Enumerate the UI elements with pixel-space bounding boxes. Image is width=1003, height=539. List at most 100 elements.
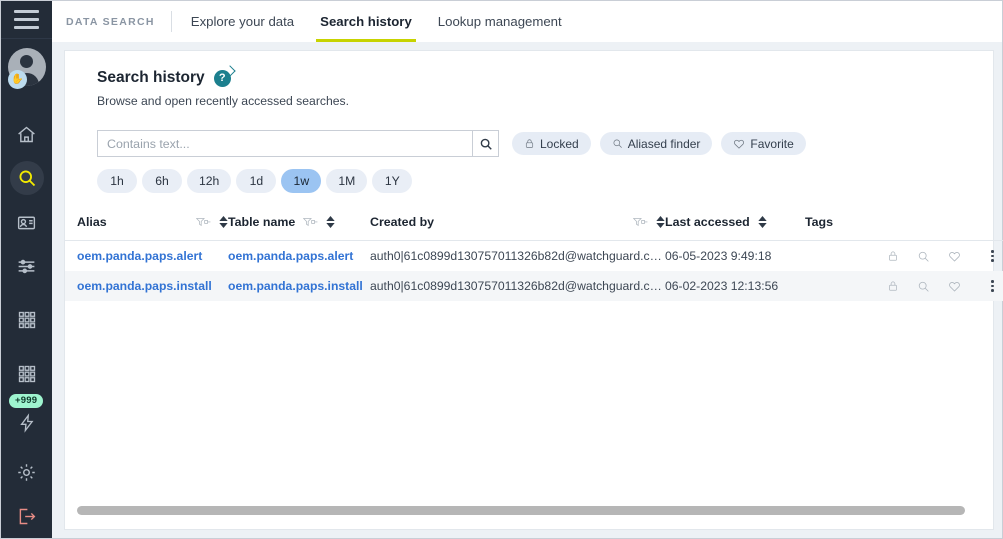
horizontal-scrollbar-thumb[interactable] (77, 506, 965, 515)
cell-actions (865, 271, 1003, 301)
time-pill-1h[interactable]: 1h (97, 169, 137, 193)
avatar[interactable]: ✋ (1, 39, 52, 96)
tab-lookup-management[interactable]: Lookup management (425, 1, 575, 42)
sort-toggle[interactable] (758, 216, 767, 228)
column-header-last-accessed: Last accessed (665, 215, 805, 241)
activity-count-badge: +999 (9, 394, 43, 408)
page-title-row: Search history ? (97, 69, 993, 87)
search-icon (917, 250, 930, 263)
chip-aliased-finder[interactable]: Aliased finder (600, 132, 713, 155)
row-lock-icon[interactable] (887, 280, 899, 292)
row-more-options-icon[interactable] (979, 280, 994, 292)
tab-search-history[interactable]: Search history (307, 1, 425, 42)
kebab-dot (991, 289, 994, 292)
row-lock-icon[interactable] (887, 250, 899, 262)
logout-icon (16, 506, 37, 527)
sidebar-item-settings[interactable] (1, 450, 52, 494)
tab-explore-your-data[interactable]: Explore your data (178, 1, 307, 42)
filter-icon[interactable] (633, 216, 648, 229)
search-submit-button[interactable] (472, 130, 499, 157)
column-label: Tags (805, 215, 833, 229)
brand-label: DATA SEARCH (66, 1, 171, 42)
heart-icon (948, 250, 961, 263)
sidebar-item-apps[interactable] (1, 298, 52, 342)
lock-icon (887, 250, 899, 262)
search-input[interactable] (97, 130, 472, 157)
filter-icon[interactable] (196, 216, 211, 229)
filter-icon[interactable] (303, 216, 318, 229)
lightning-bolt-icon (17, 413, 37, 433)
left-sidebar: ✋ (1, 1, 52, 538)
tab-label: Search history (320, 14, 412, 29)
search-icon (612, 138, 623, 149)
sort-toggle[interactable] (219, 216, 228, 228)
pill-label: 6h (155, 174, 169, 188)
application-window: ✋ (0, 0, 1003, 539)
divider (171, 11, 172, 32)
main-region: DATA SEARCH Explore your data Search his… (52, 1, 1002, 538)
sidebar-item-logout[interactable] (1, 494, 52, 538)
sidebar-item-modules[interactable] (1, 352, 52, 396)
time-pill-1d[interactable]: 1d (236, 169, 276, 193)
cell-tags (805, 241, 865, 272)
search-history-table-wrap: Alias (65, 193, 993, 529)
chip-label: Aliased finder (628, 137, 701, 151)
chevron-down-icon (758, 223, 767, 228)
sidebar-item-filters[interactable] (1, 244, 52, 288)
cell-table-name[interactable]: oem.panda.paps.alert (228, 241, 370, 272)
chevron-up-icon (758, 216, 767, 221)
chip-label: Favorite (750, 137, 793, 151)
time-pill-6h[interactable]: 6h (142, 169, 182, 193)
table-row[interactable]: oem.panda.paps.install oem.panda.paps.in… (65, 271, 1003, 301)
sidebar-item-activity[interactable]: +999 (1, 396, 52, 440)
chip-label: Locked (540, 137, 579, 151)
column-label: Last accessed (665, 215, 750, 229)
help-icon[interactable]: ? (214, 70, 231, 87)
chip-locked[interactable]: Locked (512, 132, 591, 155)
kebab-dot (991, 285, 994, 288)
sort-toggle[interactable] (326, 216, 335, 228)
row-search-icon[interactable] (917, 250, 930, 263)
search-history-table: Alias (65, 215, 1003, 301)
heart-icon (733, 138, 745, 150)
page-title: Search history (97, 69, 205, 87)
cell-alias[interactable]: oem.panda.paps.alert (65, 241, 228, 272)
chip-favorite[interactable]: Favorite (721, 132, 805, 155)
cell-last-accessed: 06-05-2023 9:49:18 (665, 241, 805, 272)
time-pill-1w[interactable]: 1w (281, 169, 321, 193)
sidebar-nav: +999 (1, 112, 52, 538)
time-pill-1Y[interactable]: 1Y (372, 169, 412, 193)
time-pill-1M[interactable]: 1M (326, 169, 367, 193)
sidebar-item-search[interactable] (1, 156, 52, 200)
pill-label: 1h (110, 174, 124, 188)
heart-icon (948, 280, 961, 293)
column-label: Alias (77, 215, 107, 229)
lock-icon (887, 280, 899, 292)
hamburger-menu-icon[interactable] (1, 1, 52, 39)
cell-alias[interactable]: oem.panda.paps.install (65, 271, 228, 301)
tab-label: Lookup management (438, 14, 562, 29)
row-more-options-icon[interactable] (979, 250, 994, 262)
time-pill-12h[interactable]: 12h (187, 169, 231, 193)
avatar-status-badge-icon: ✋ (8, 70, 27, 89)
chevron-up-icon (219, 216, 228, 221)
filter-bar: Locked Aliased finder Favo (65, 108, 993, 157)
chevron-down-icon (219, 223, 228, 228)
cell-table-name[interactable]: oem.panda.paps.install (228, 271, 370, 301)
sidebar-item-home[interactable] (1, 112, 52, 156)
row-action-group (865, 250, 1003, 263)
sidebar-item-badge[interactable] (1, 200, 52, 244)
table-head: Alias (65, 215, 1003, 241)
row-favorite-icon[interactable] (948, 280, 961, 293)
table-row[interactable]: oem.panda.paps.alert oem.panda.paps.aler… (65, 241, 1003, 272)
row-favorite-icon[interactable] (948, 250, 961, 263)
pill-label: 1w (294, 174, 310, 188)
sort-toggle[interactable] (656, 216, 665, 228)
chevron-down-icon (326, 223, 335, 228)
search-box (97, 130, 499, 157)
chevron-down-icon (656, 223, 665, 228)
top-navigation-bar: DATA SEARCH Explore your data Search his… (52, 1, 1002, 42)
table-body: oem.panda.paps.alert oem.panda.paps.aler… (65, 241, 1003, 302)
kebab-dot (991, 255, 994, 258)
row-search-icon[interactable] (917, 280, 930, 293)
